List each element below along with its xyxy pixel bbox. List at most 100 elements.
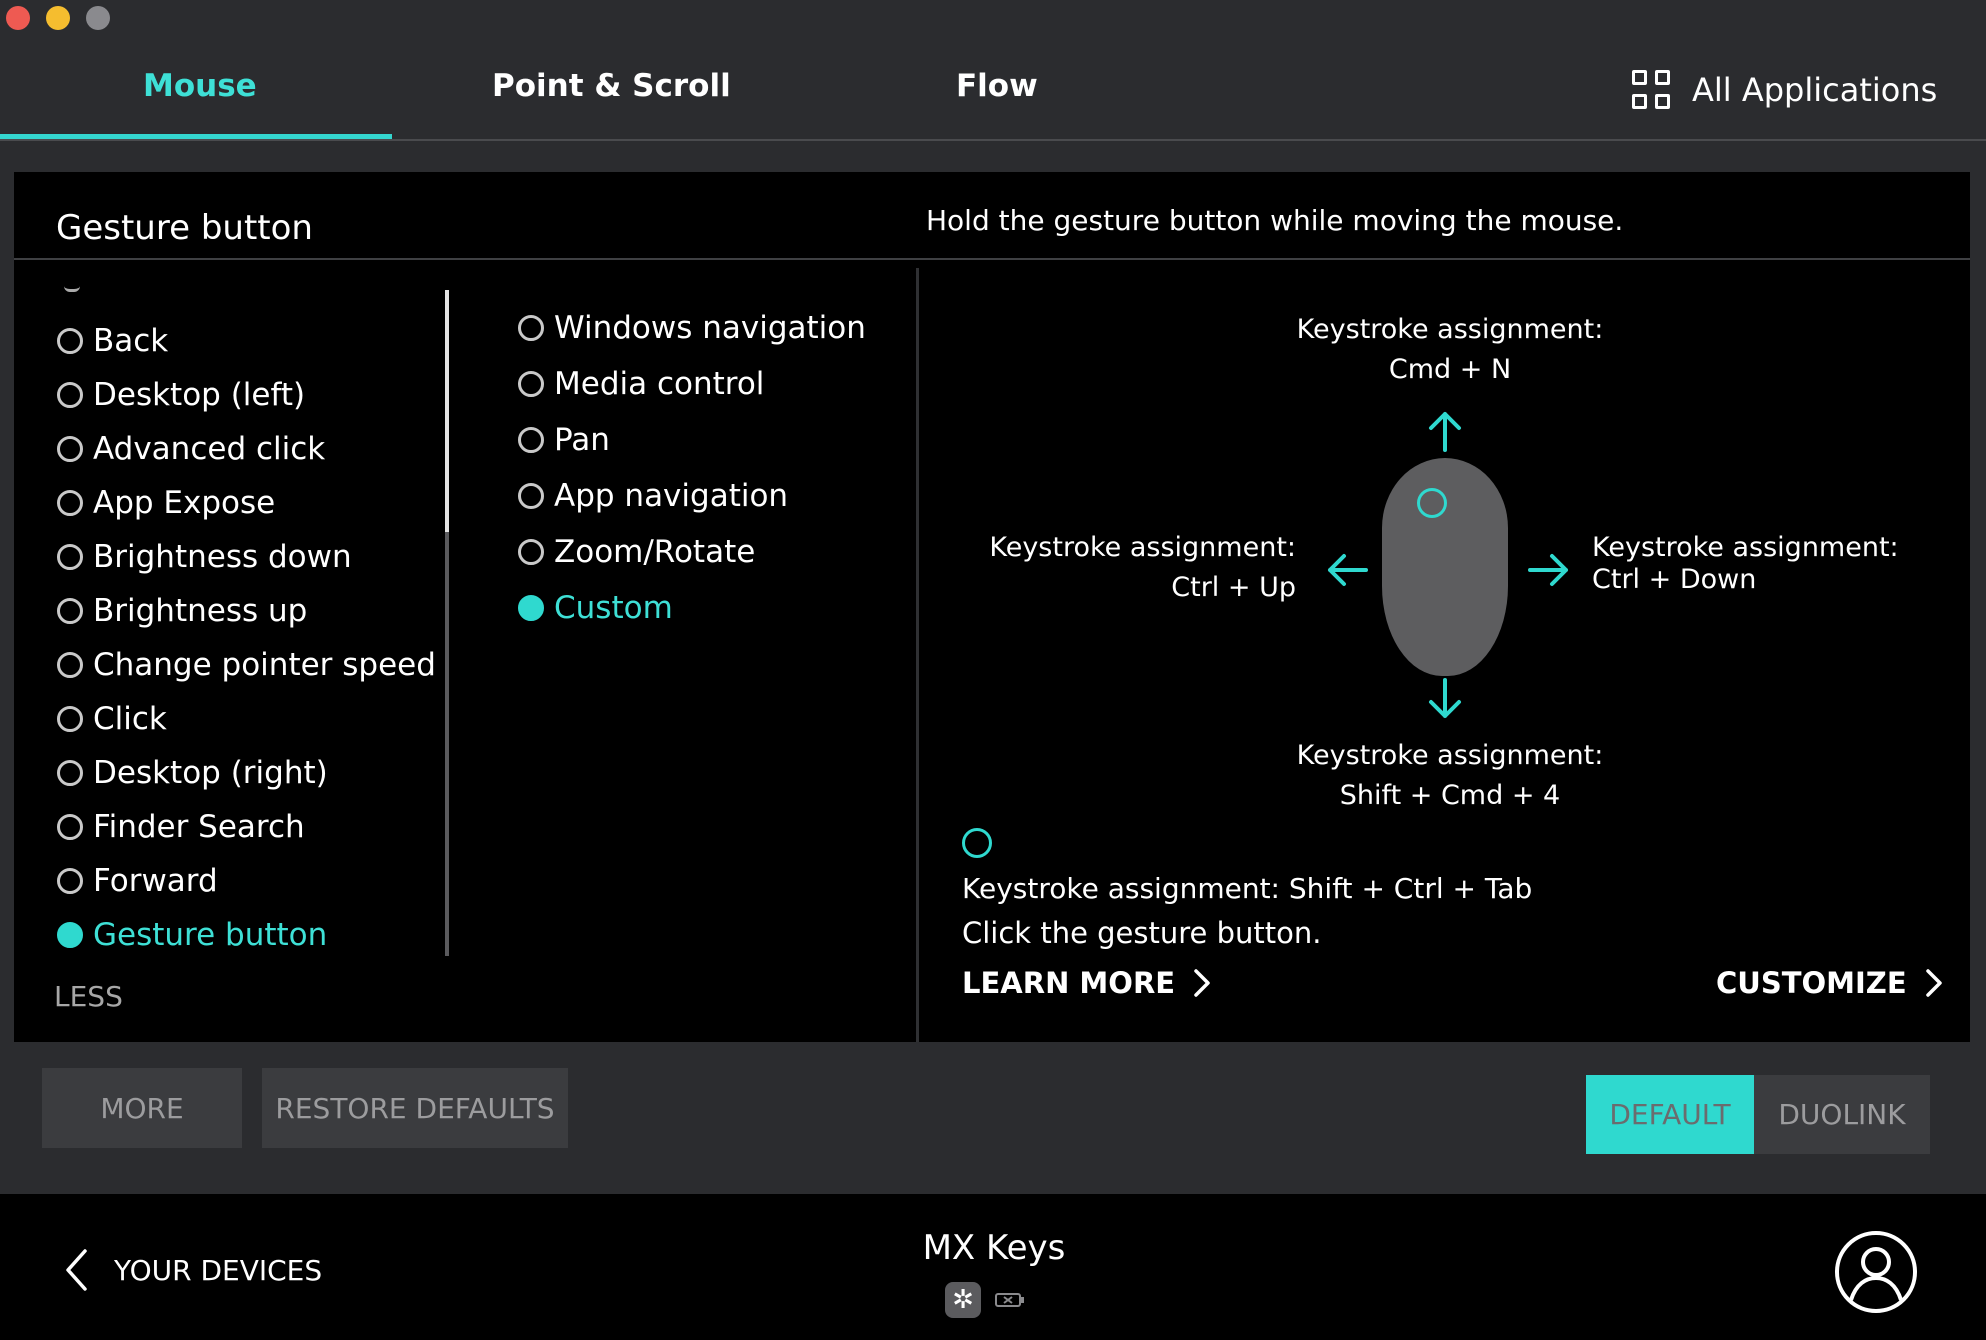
panel-divider xyxy=(14,258,1970,260)
up-assignment-value: Cmd + N xyxy=(1388,354,1512,385)
right-assignment[interactable]: Keystroke assignment: Ctrl + Down xyxy=(1592,532,1932,596)
radio-icon xyxy=(57,814,83,840)
restore-defaults-button[interactable]: RESTORE DEFAULTS xyxy=(262,1068,568,1148)
button-list: Back Desktop (left) Advanced click App E… xyxy=(57,314,436,962)
less-button[interactable]: LESS xyxy=(54,980,123,1013)
list-item-advanced-click[interactable]: Advanced click xyxy=(57,422,436,476)
list-item-gesture-button[interactable]: Gesture button xyxy=(57,908,436,962)
list-item-desktop-right[interactable]: Desktop (right) xyxy=(57,746,436,800)
list-item-brightness-down[interactable]: Brightness down xyxy=(57,530,436,584)
customize-label: CUSTOMIZE xyxy=(1716,966,1907,1000)
radio-icon xyxy=(57,868,83,894)
down-assignment-title: Keystroke assignment: xyxy=(1296,740,1604,771)
radio-checked-icon xyxy=(518,595,544,621)
left-assignment[interactable]: Keystroke assignment: Ctrl + Up xyxy=(940,528,1296,608)
tab-mouse[interactable]: Mouse xyxy=(143,68,257,108)
zoom-window-button[interactable] xyxy=(86,6,110,30)
list-item-finder-search[interactable]: Finder Search xyxy=(57,800,436,854)
close-window-button[interactable] xyxy=(6,6,30,30)
bluetooth-icon: ✲ xyxy=(945,1282,981,1318)
list-item-label: Advanced click xyxy=(93,431,326,467)
list-item-change-pointer-speed[interactable]: Change pointer speed xyxy=(57,638,436,692)
mode-label: Windows navigation xyxy=(554,310,866,346)
arrow-right-icon xyxy=(1528,554,1568,586)
your-devices-button[interactable]: YOUR DEVICES xyxy=(64,1248,322,1292)
mode-zoom-rotate[interactable]: Zoom/Rotate xyxy=(518,524,866,580)
default-toggle[interactable]: DEFAULT xyxy=(1586,1075,1754,1154)
device-status-icons: ✲ xyxy=(945,1282,1025,1318)
tabs-divider xyxy=(0,139,1986,141)
customize-button[interactable]: CUSTOMIZE xyxy=(1716,966,1943,1000)
mode-label: Custom xyxy=(554,590,673,626)
device-name: MX Keys xyxy=(922,1228,1066,1268)
grid-icon xyxy=(1632,70,1672,110)
right-assignment-title: Keystroke assignment: xyxy=(1592,532,1899,563)
radio-icon xyxy=(518,427,544,453)
list-item-back[interactable]: Back xyxy=(57,314,436,368)
arrow-up-icon xyxy=(1429,412,1461,452)
list-item-label: Brightness down xyxy=(93,539,352,575)
list-item-click[interactable]: Click xyxy=(57,692,436,746)
your-devices-label: YOUR DEVICES xyxy=(114,1253,323,1287)
click-assignment[interactable]: Keystroke assignment: Shift + Ctrl + Tab xyxy=(962,872,1532,905)
mode-custom[interactable]: Custom xyxy=(518,580,866,636)
list-item-label: Change pointer speed xyxy=(93,647,436,683)
radio-checked-icon xyxy=(57,922,83,948)
learn-more-link[interactable]: LEARN MORE xyxy=(962,966,1211,1000)
window-controls xyxy=(6,6,110,30)
list-item-label: App Expose xyxy=(93,485,276,521)
list-item-label: Brightness up xyxy=(93,593,308,629)
list-item-label: Finder Search xyxy=(93,809,305,845)
list-item-label: Click xyxy=(93,701,167,737)
mode-pan[interactable]: Pan xyxy=(518,412,866,468)
radio-icon xyxy=(57,328,83,354)
tab-flow[interactable]: Flow xyxy=(956,68,1038,108)
chevron-right-icon xyxy=(1925,969,1942,997)
more-button[interactable]: MORE xyxy=(42,1068,242,1148)
gesture-mode-list: Windows navigation Media control Pan App… xyxy=(518,300,866,636)
chevron-left-icon xyxy=(66,1249,87,1291)
click-instruction: Click the gesture button. xyxy=(962,916,1322,950)
tab-point-scroll[interactable]: Point & Scroll xyxy=(492,68,731,108)
left-assignment-title: Keystroke assignment: xyxy=(989,532,1296,563)
panel-title: Gesture button xyxy=(56,208,313,248)
up-assignment-title: Keystroke assignment: xyxy=(1296,314,1604,345)
mode-media-control[interactable]: Media control xyxy=(518,356,866,412)
arrow-left-icon xyxy=(1328,554,1368,586)
all-applications-label: All Applications xyxy=(1692,71,1938,109)
radio-icon xyxy=(57,652,83,678)
panel-description: Hold the gesture button while moving the… xyxy=(926,204,1624,237)
list-item-desktop-left[interactable]: Desktop (left) xyxy=(57,368,436,422)
list-scrollbar-thumb[interactable] xyxy=(445,290,449,532)
list-item-forward[interactable]: Forward xyxy=(57,854,436,908)
click-ring-icon xyxy=(962,828,992,858)
minimize-window-button[interactable] xyxy=(46,6,70,30)
list-item-brightness-up[interactable]: Brightness up xyxy=(57,584,436,638)
mode-label: Media control xyxy=(554,366,765,402)
mode-label: Pan xyxy=(554,422,610,458)
mode-app-navigation[interactable]: App navigation xyxy=(518,468,866,524)
mode-label: App navigation xyxy=(554,478,789,514)
down-assignment[interactable]: Keystroke assignment: Shift + Cmd + 4 xyxy=(1250,736,1650,816)
radio-icon xyxy=(57,544,83,570)
arrow-down-icon xyxy=(1429,678,1461,718)
left-assignment-value: Ctrl + Up xyxy=(1171,572,1296,603)
list-item-app-expose[interactable]: App Expose xyxy=(57,476,436,530)
column-divider xyxy=(916,268,919,1042)
list-item-label: Back xyxy=(93,323,169,359)
up-assignment[interactable]: Keystroke assignment: Cmd + N xyxy=(1250,310,1650,390)
radio-icon xyxy=(57,598,83,624)
right-assignment-value: Ctrl + Down xyxy=(1592,564,1757,595)
radio-icon xyxy=(518,539,544,565)
mouse-illustration xyxy=(1382,458,1508,676)
radio-icon xyxy=(57,382,83,408)
duolink-toggle[interactable]: DUOLINK xyxy=(1754,1075,1930,1154)
gesture-button-marker xyxy=(1417,488,1447,518)
all-applications-button[interactable]: All Applications xyxy=(1632,70,1937,110)
down-assignment-value: Shift + Cmd + 4 xyxy=(1339,780,1561,811)
radio-icon xyxy=(57,490,83,516)
profile-icon[interactable] xyxy=(1834,1230,1918,1314)
mode-windows-navigation[interactable]: Windows navigation xyxy=(518,300,866,356)
radio-icon xyxy=(57,706,83,732)
list-item-label: Desktop (left) xyxy=(93,377,306,413)
